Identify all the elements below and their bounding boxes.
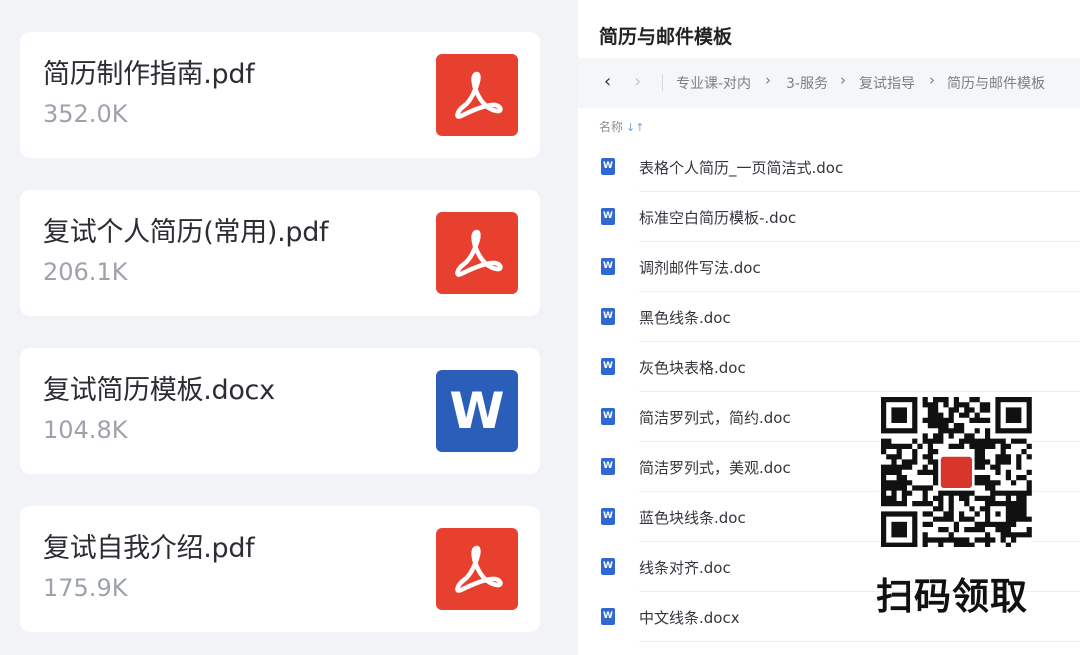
file-name: 复试自我介绍.pdf (43, 533, 255, 564)
file-browser-panel: 简历与邮件模板 ‹ › 专业课-对内 › 3-服务 › 复试指导 › 简历与邮件… (578, 0, 1080, 655)
word-icon: W (436, 370, 518, 452)
file-size: 175.9K (43, 574, 128, 602)
chevron-right-icon: › (929, 71, 935, 89)
list-item-name: 灰色块表格.doc (639, 359, 746, 377)
list-item-name: 调剂邮件写法.doc (639, 259, 761, 277)
breadcrumb-item[interactable]: 简历与邮件模板 (947, 73, 1045, 93)
file-card[interactable]: 复试自我介绍.pdf 175.9K (20, 506, 540, 632)
breadcrumb-item[interactable]: 复试指导 (859, 73, 915, 93)
panel-divider (570, 0, 578, 655)
list-item-name: 表格个人简历_一页简洁式.doc (639, 159, 844, 177)
list-item-name: 线条对齐.doc (639, 559, 731, 577)
word-doc-icon: W (601, 158, 615, 175)
breadcrumb-item[interactable]: 专业课-对内 (676, 73, 751, 93)
sort-icon[interactable]: ↓↑ (626, 121, 644, 134)
word-doc-icon: W (601, 508, 615, 525)
list-item[interactable]: W 黑色线条.doc (578, 292, 1080, 342)
row-divider (639, 641, 1080, 642)
list-item-name: 蓝色块线条.doc (639, 509, 746, 527)
file-name: 复试简历模板.docx (43, 375, 275, 406)
chevron-right-icon: › (765, 71, 771, 89)
file-card-list: 简历制作指南.pdf 352.0K 复试个人简历(常用).pdf 206.1K … (0, 0, 570, 655)
word-doc-icon: W (601, 358, 615, 375)
list-item[interactable]: W 标准空白简历模板-.doc (578, 192, 1080, 242)
file-card[interactable]: 复试简历模板.docx 104.8K W (20, 348, 540, 474)
list-item-name: 标准空白简历模板-.doc (639, 209, 797, 227)
word-doc-icon: W (601, 408, 615, 425)
word-doc-icon: W (601, 608, 615, 625)
qr-code (879, 397, 1033, 548)
word-doc-icon: W (601, 458, 615, 475)
word-doc-icon: W (601, 208, 615, 225)
file-name: 简历制作指南.pdf (43, 59, 255, 90)
list-item-name: 简洁罗列式，美观.doc (639, 459, 791, 477)
screenshot: 简历制作指南.pdf 352.0K 复试个人简历(常用).pdf 206.1K … (0, 0, 1080, 655)
column-header-name[interactable]: 名称 ↓↑ (599, 118, 644, 135)
list-item[interactable]: W 表格个人简历_一页简洁式.doc (578, 142, 1080, 192)
chevron-right-icon: › (840, 71, 846, 89)
file-size: 352.0K (43, 100, 128, 128)
folder-title: 简历与邮件模板 (599, 26, 733, 48)
list-item[interactable]: W 调剂邮件写法.doc (578, 242, 1080, 292)
file-card[interactable]: 复试个人简历(常用).pdf 206.1K (20, 190, 540, 316)
file-size: 104.8K (43, 416, 128, 444)
pdf-icon (436, 54, 518, 136)
forward-button[interactable]: › (634, 71, 641, 92)
breadcrumb-item[interactable]: 3-服务 (786, 73, 828, 93)
file-name: 复试个人简历(常用).pdf (43, 217, 329, 248)
word-doc-icon: W (601, 308, 615, 325)
back-button[interactable]: ‹ (604, 71, 611, 92)
word-doc-icon: W (601, 558, 615, 575)
qr-code-image (881, 397, 1032, 548)
file-size: 206.1K (43, 258, 128, 286)
breadcrumb: ‹ › 专业课-对内 › 3-服务 › 复试指导 › 简历与邮件模板 (578, 58, 1080, 108)
list-item-name: 简洁罗列式，简约.doc (639, 409, 791, 427)
breadcrumb-separator (662, 74, 663, 91)
pdf-icon (436, 212, 518, 294)
pdf-icon (436, 528, 518, 610)
scan-to-claim-label: 扫码领取 (876, 575, 1028, 618)
word-doc-icon: W (601, 258, 615, 275)
list-item-name: 黑色线条.doc (639, 309, 731, 327)
list-item[interactable]: W 灰色块表格.doc (578, 342, 1080, 392)
list-item-name: 中文线条.docx (639, 609, 740, 627)
file-card[interactable]: 简历制作指南.pdf 352.0K (20, 32, 540, 158)
